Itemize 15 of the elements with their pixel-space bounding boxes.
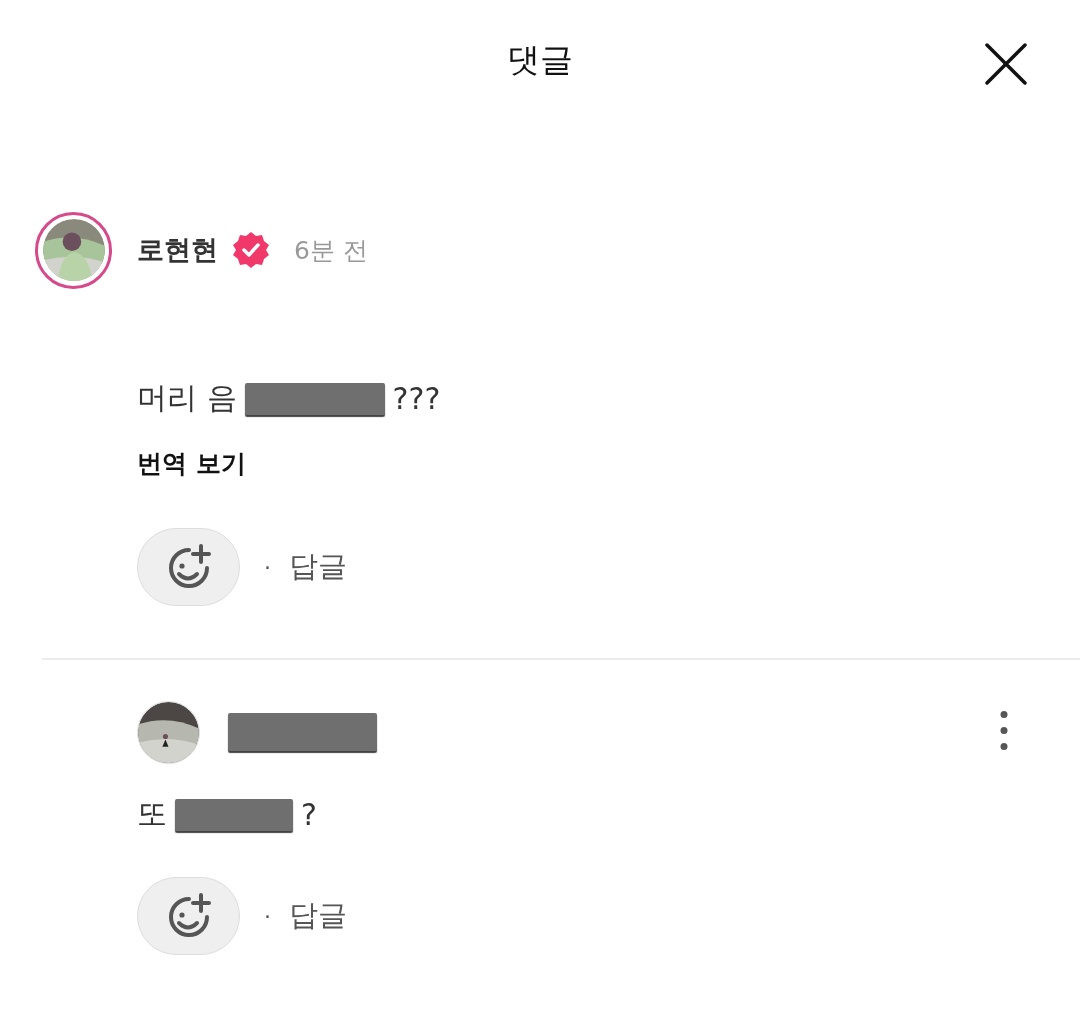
comment-time: 6분 전 [294,234,368,267]
username[interactable]: 로현현 [137,232,218,268]
separator-dot: · [264,903,271,929]
comment-text: ? [301,797,317,832]
reply-link[interactable]: 답글 [289,547,347,587]
sheet-title: 댓글 [507,39,573,81]
separator-dot: · [264,554,271,580]
see-translation-link[interactable]: 번역 보기 [137,447,246,480]
more-dots-icon [1000,710,1008,751]
comment-text: ??? [392,381,441,416]
reply-link[interactable]: 답글 [289,896,347,936]
avatar[interactable] [35,211,112,289]
close-button[interactable] [984,42,1028,86]
comment-text: 또 [137,795,167,833]
comment-text: 머리 음 [137,379,237,417]
